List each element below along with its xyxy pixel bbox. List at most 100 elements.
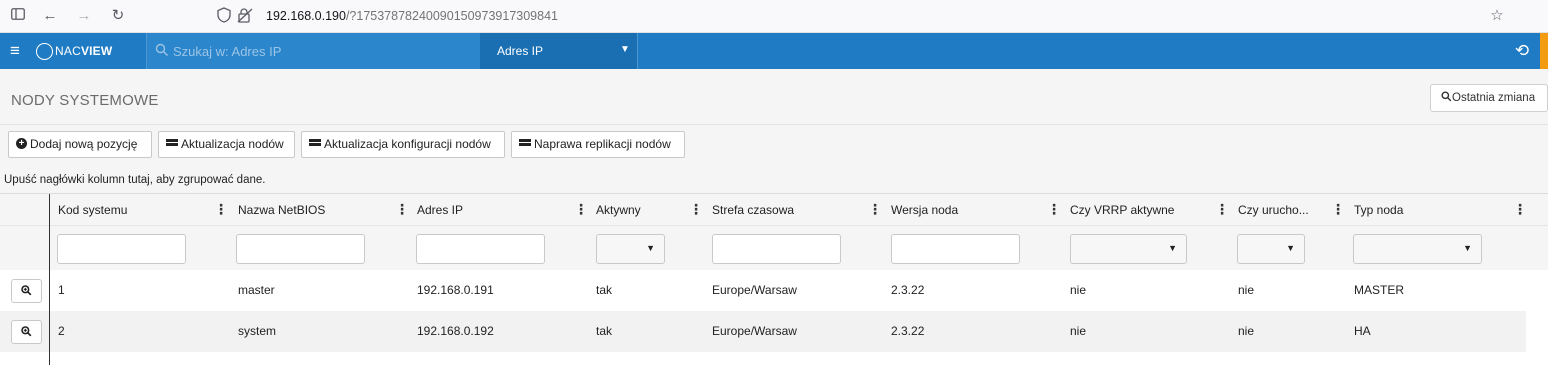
- page-title: NODY SYSTEMOWE: [11, 92, 159, 109]
- browser-toolbar: ← → ↻ 192.168.0.190/?1753787824009015097…: [0, 0, 1548, 33]
- server-icon: [309, 138, 321, 149]
- cell-typ-noda: HA: [1354, 324, 1371, 338]
- column-menu-icon[interactable]: ⋮: [1047, 194, 1061, 226]
- caret-down-icon: ▼: [1168, 243, 1177, 253]
- cell-czy-uruchomiony: nie: [1238, 324, 1255, 338]
- column-header[interactable]: Strefa czasowa: [712, 194, 794, 226]
- filter-czy-uruchomiony[interactable]: ▼: [1237, 234, 1305, 264]
- add-item-button[interactable]: + Dodaj nową pozycję: [8, 131, 152, 158]
- app-header: ≡ NACVIEW Adres IP ▼ ⟲: [0, 33, 1548, 69]
- caret-down-icon: ▼: [1463, 243, 1472, 253]
- grid-header-row: Kod systemu ⋮ Nazwa NetBIOS ⋮ Adres IP ⋮…: [0, 194, 1548, 226]
- cell-czy-vrrp: nie: [1070, 324, 1087, 338]
- update-config-button[interactable]: Aktualizacja konfiguracji nodów: [301, 131, 505, 158]
- table-row[interactable]: 2 system 192.168.0.192 tak Europe/Warsaw…: [0, 311, 1526, 352]
- cell-czy-uruchomiony: nie: [1238, 283, 1255, 297]
- search-box: [146, 33, 480, 69]
- column-header[interactable]: Wersja noda: [891, 194, 958, 226]
- column-menu-icon[interactable]: ⋮: [1215, 194, 1229, 226]
- zoom-in-icon: [21, 285, 32, 296]
- column-menu-icon[interactable]: ⋮: [574, 194, 588, 226]
- filter-kod-systemu[interactable]: [57, 234, 186, 264]
- notification-tab[interactable]: [1540, 33, 1548, 69]
- caret-down-icon: ▼: [1286, 243, 1295, 253]
- repair-replication-button[interactable]: Naprawa replikacji nodów: [511, 131, 685, 158]
- search-input[interactable]: [173, 33, 473, 69]
- group-panel[interactable]: Upuść nagłówki kolumn tutaj, aby zgrupow…: [0, 165, 1548, 194]
- address-bar[interactable]: 192.168.0.190/?1753787824009015097391730…: [266, 9, 558, 23]
- search-icon: [155, 43, 168, 56]
- search-icon: [1441, 91, 1452, 102]
- cell-aktywny: tak: [596, 324, 613, 338]
- search-scope-label: Adres IP: [497, 44, 544, 58]
- column-header[interactable]: Nazwa NetBIOS: [238, 194, 325, 226]
- filter-czy-vrrp[interactable]: ▼: [1070, 234, 1187, 264]
- filter-wersja-noda[interactable]: [891, 234, 1020, 264]
- page-header: NODY SYSTEMOWE Ostatnia zmiana: [0, 69, 1548, 125]
- column-header[interactable]: Typ noda: [1354, 194, 1403, 226]
- column-menu-icon[interactable]: ⋮: [214, 194, 228, 226]
- refresh-icon[interactable]: ⟲: [1509, 38, 1535, 64]
- server-icon: [519, 138, 531, 149]
- brand-prefix: NAC: [55, 44, 81, 58]
- cell-adres-ip: 192.168.0.192: [417, 324, 494, 338]
- filter-strefa-czasowa[interactable]: [712, 234, 841, 264]
- cell-wersja-noda: 2.3.22: [891, 324, 925, 338]
- last-change-button[interactable]: Ostatnia zmiana: [1430, 84, 1548, 112]
- url-host: 192.168.0.190: [266, 9, 346, 23]
- reload-icon[interactable]: ↻: [109, 7, 127, 25]
- caret-down-icon: ▼: [646, 243, 655, 253]
- cell-nazwa-netbios: master: [238, 283, 275, 297]
- column-header[interactable]: Czy VRRP aktywne: [1070, 194, 1174, 226]
- cell-typ-noda: MASTER: [1354, 283, 1405, 297]
- filter-aktywny[interactable]: ▼: [596, 234, 665, 264]
- grid-filter-row: ▼ ▼ ▼ ▼: [0, 226, 1548, 270]
- column-header[interactable]: Czy urucho...: [1238, 194, 1309, 226]
- column-menu-icon[interactable]: ⋮: [1331, 194, 1345, 226]
- row-details-button[interactable]: [11, 320, 42, 344]
- nodes-grid: Kod systemu ⋮ Nazwa NetBIOS ⋮ Adres IP ⋮…: [0, 194, 1548, 365]
- action-toolbar: + Dodaj nową pozycję Aktualizacja nodów A…: [0, 125, 1548, 165]
- column-header[interactable]: Adres IP: [417, 194, 463, 226]
- column-menu-icon[interactable]: ⋮: [1513, 194, 1527, 226]
- shield-icon[interactable]: [215, 7, 233, 25]
- filter-adres-ip[interactable]: [416, 234, 545, 264]
- caret-down-icon: ▼: [620, 44, 630, 55]
- column-header[interactable]: Kod systemu: [58, 194, 127, 226]
- filter-nazwa-netbios[interactable]: [236, 234, 365, 264]
- cell-adres-ip: 192.168.0.191: [417, 283, 494, 297]
- column-menu-icon[interactable]: ⋮: [868, 194, 882, 226]
- cell-wersja-noda: 2.3.22: [891, 283, 925, 297]
- logo-icon: [36, 42, 53, 60]
- brand-suffix: VIEW: [80, 44, 113, 58]
- back-icon[interactable]: ←: [41, 7, 59, 25]
- filter-typ-noda[interactable]: ▼: [1353, 234, 1482, 264]
- column-header[interactable]: Aktywny: [596, 194, 641, 226]
- sidebar-toggle-icon[interactable]: [9, 7, 27, 25]
- frozen-column-divider: [49, 194, 50, 365]
- update-nodes-button[interactable]: Aktualizacja nodów: [158, 131, 295, 158]
- column-menu-icon[interactable]: ⋮: [395, 194, 409, 226]
- nacview-logo[interactable]: NACVIEW: [36, 33, 112, 69]
- update-config-label: Aktualizacja konfiguracji nodów: [324, 137, 491, 151]
- server-icon: [166, 138, 178, 149]
- cell-kod-systemu: 1: [58, 283, 65, 297]
- plus-circle-icon: +: [16, 138, 27, 150]
- group-hint: Upuść nagłówki kolumn tutaj, aby zgrupow…: [4, 174, 266, 186]
- table-row[interactable]: 1 master 192.168.0.191 tak Europe/Warsaw…: [0, 270, 1526, 311]
- bookmark-star-icon[interactable]: ☆: [1488, 7, 1506, 25]
- hamburger-menu-icon[interactable]: ≡: [0, 33, 30, 69]
- cell-aktywny: tak: [596, 283, 613, 297]
- column-menu-icon[interactable]: ⋮: [689, 194, 703, 226]
- url-path: /?17537878240090150973917309841: [345, 9, 558, 23]
- last-change-label: Ostatnia zmiana: [1452, 92, 1536, 104]
- search-scope-select[interactable]: Adres IP ▼: [480, 33, 638, 69]
- cell-strefa-czasowa: Europe/Warsaw: [712, 324, 797, 338]
- cell-nazwa-netbios: system: [238, 324, 277, 338]
- repair-replication-label: Naprawa replikacji nodów: [534, 137, 671, 151]
- update-nodes-label: Aktualizacja nodów: [181, 137, 284, 151]
- forward-icon[interactable]: →: [75, 7, 93, 25]
- row-details-button[interactable]: [11, 279, 42, 303]
- zoom-in-icon: [21, 326, 32, 337]
- insecure-lock-icon[interactable]: [236, 7, 254, 25]
